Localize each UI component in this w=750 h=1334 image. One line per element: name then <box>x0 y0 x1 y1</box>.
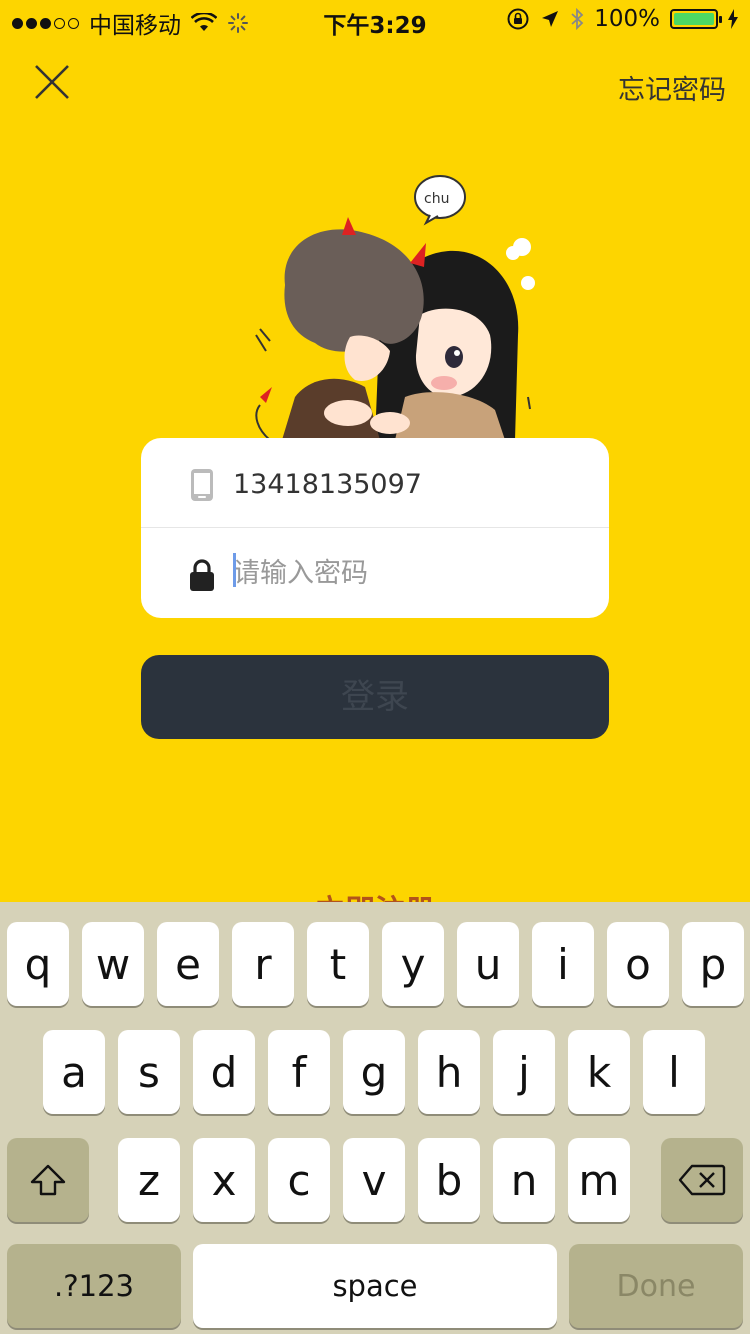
phone-row[interactable]: 13418135097 <box>141 438 609 528</box>
key-n[interactable]: n <box>493 1138 555 1222</box>
key-x[interactable]: x <box>193 1138 255 1222</box>
key-m[interactable]: m <box>568 1138 630 1222</box>
rotation-lock-icon <box>507 8 529 30</box>
key-p[interactable]: p <box>682 922 744 1006</box>
battery-icon <box>670 9 722 29</box>
charging-icon <box>728 9 738 29</box>
phone-icon <box>191 469 213 501</box>
text-cursor <box>233 553 236 587</box>
key-j[interactable]: j <box>493 1030 555 1114</box>
keyboard: q w e r t y u i o p a s d f g h j k l z … <box>0 902 750 1334</box>
location-icon <box>542 11 559 27</box>
login-button[interactable]: 登录 <box>141 655 609 739</box>
key-q[interactable]: q <box>7 922 69 1006</box>
space-key[interactable]: space <box>193 1244 557 1328</box>
battery-percent: 100% <box>594 6 660 32</box>
shift-key[interactable] <box>7 1138 89 1222</box>
key-s[interactable]: s <box>118 1030 180 1114</box>
key-w[interactable]: w <box>82 922 144 1006</box>
key-f[interactable]: f <box>268 1030 330 1114</box>
key-u[interactable]: u <box>457 922 519 1006</box>
bluetooth-icon <box>571 7 584 31</box>
numbers-key[interactable]: .?123 <box>7 1244 181 1328</box>
key-r[interactable]: r <box>232 922 294 1006</box>
forgot-password-link[interactable]: 忘记密码 <box>618 68 726 107</box>
shift-icon <box>30 1164 66 1196</box>
status-bar: 中国移动 下午3:29 100% <box>0 0 750 40</box>
key-g[interactable]: g <box>343 1030 405 1114</box>
key-v[interactable]: v <box>343 1138 405 1222</box>
lock-icon <box>190 559 214 591</box>
delete-icon <box>678 1164 726 1196</box>
key-d[interactable]: d <box>193 1030 255 1114</box>
key-t[interactable]: t <box>307 922 369 1006</box>
key-o[interactable]: o <box>607 922 669 1006</box>
password-field[interactable] <box>233 550 573 596</box>
svg-text:chu: chu <box>424 191 449 207</box>
key-e[interactable]: e <box>157 922 219 1006</box>
close-icon[interactable] <box>28 58 76 106</box>
key-y[interactable]: y <box>382 922 444 1006</box>
key-b[interactable]: b <box>418 1138 480 1222</box>
phone-field[interactable]: 13418135097 <box>233 469 422 500</box>
couple-illustration: chu <box>255 175 535 440</box>
password-row[interactable] <box>141 528 609 618</box>
done-key[interactable]: Done <box>569 1244 743 1328</box>
delete-key[interactable] <box>661 1138 743 1222</box>
key-i[interactable]: i <box>532 922 594 1006</box>
key-c[interactable]: c <box>268 1138 330 1222</box>
key-k[interactable]: k <box>568 1030 630 1114</box>
key-z[interactable]: z <box>118 1138 180 1222</box>
key-l[interactable]: l <box>643 1030 705 1114</box>
key-a[interactable]: a <box>43 1030 105 1114</box>
login-form-card: 13418135097 <box>141 438 609 618</box>
key-h[interactable]: h <box>418 1030 480 1114</box>
